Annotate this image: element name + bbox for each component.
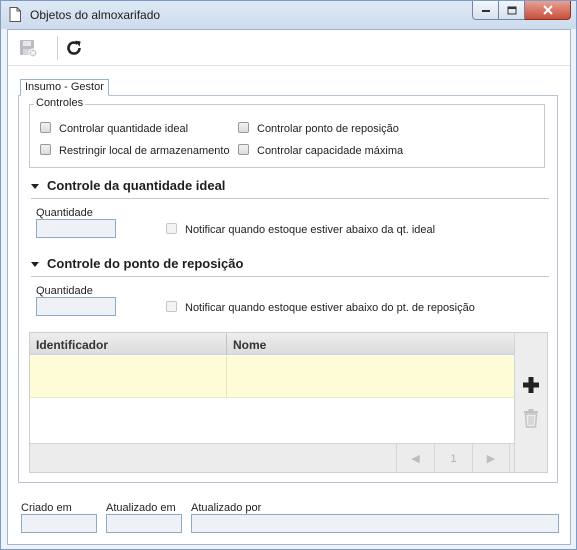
label-notificar-pt-reposicao: Notificar quando estoque estiver abaixo … bbox=[185, 302, 475, 314]
window-client-area: Insumo - Gestor Controles Controlar quan… bbox=[7, 29, 571, 545]
maximize-icon bbox=[507, 6, 516, 14]
next-page-icon: ▶ bbox=[486, 453, 496, 465]
grid-pager: ◀ 1 ▶ bbox=[30, 443, 514, 473]
section-title-quantidade-ideal[interactable]: Controle da quantidade ideal bbox=[47, 178, 225, 193]
items-grid: Identificador Nome ◀ 1 ▶ bbox=[29, 332, 548, 473]
column-header-identificador[interactable]: Identificador bbox=[36, 338, 108, 352]
next-page-button[interactable]: ▶ bbox=[472, 444, 510, 473]
save-button[interactable] bbox=[16, 36, 40, 60]
label-notificar-qt-ideal: Notificar quando estoque estiver abaixo … bbox=[185, 224, 436, 236]
document-icon bbox=[9, 7, 21, 22]
controles-legend: Controles bbox=[34, 97, 86, 109]
checkbox-controlar-capacidade[interactable] bbox=[238, 144, 249, 155]
page-number: 1 bbox=[434, 444, 472, 473]
atualizado-em-field bbox=[106, 514, 182, 533]
toolbar bbox=[8, 30, 570, 66]
section-title-ponto-reposicao[interactable]: Controle do ponto de reposição bbox=[47, 256, 243, 271]
controles-fieldset: Controles Controlar quantidade ideal Con… bbox=[29, 97, 545, 168]
refresh-icon bbox=[67, 40, 81, 55]
label-restringir-local: Restringir local de armazenamento bbox=[59, 145, 230, 157]
checkbox-controlar-ponto-reposicao[interactable] bbox=[238, 122, 249, 133]
app-window: Objetos do almoxarifado Insumo - Gestor … bbox=[0, 0, 577, 550]
window-controls bbox=[472, 1, 571, 20]
divider bbox=[31, 276, 549, 277]
label-controlar-quantidade-ideal: Controlar quantidade ideal bbox=[59, 123, 189, 135]
prev-page-button[interactable]: ◀ bbox=[396, 444, 434, 473]
criado-em-label: Criado em bbox=[21, 502, 72, 514]
label-controlar-ponto-reposicao: Controlar ponto de reposição bbox=[257, 123, 399, 135]
quantidade-ideal-input[interactable] bbox=[36, 219, 116, 238]
quantidade-ideal-label: Quantidade bbox=[36, 207, 93, 219]
save-disabled-icon bbox=[20, 40, 38, 58]
column-divider bbox=[226, 356, 227, 398]
plus-icon bbox=[523, 377, 539, 393]
close-icon bbox=[542, 5, 553, 15]
atualizado-por-field bbox=[191, 514, 559, 533]
tab-insumo-gestor[interactable]: Insumo - Gestor bbox=[20, 79, 109, 96]
collapse-quantidade-ideal-icon[interactable] bbox=[31, 184, 39, 189]
atualizado-em-label: Atualizado em bbox=[106, 502, 176, 514]
grid-actions bbox=[514, 333, 547, 472]
checkbox-controlar-quantidade-ideal[interactable] bbox=[40, 122, 51, 133]
toolbar-separator bbox=[57, 36, 58, 60]
column-header-nome[interactable]: Nome bbox=[233, 338, 266, 352]
atualizado-por-label: Atualizado por bbox=[191, 502, 262, 514]
window-title: Objetos do almoxarifado bbox=[30, 8, 161, 22]
add-button[interactable] bbox=[521, 375, 541, 395]
minimize-icon bbox=[481, 10, 490, 12]
refresh-button[interactable] bbox=[62, 36, 86, 60]
minimize-button[interactable] bbox=[472, 1, 499, 20]
checkbox-notificar-qt-ideal[interactable] bbox=[166, 223, 177, 234]
column-divider bbox=[226, 333, 227, 355]
collapse-ponto-reposicao-icon[interactable] bbox=[31, 262, 39, 267]
checkbox-notificar-pt-reposicao[interactable] bbox=[166, 301, 177, 312]
ponto-reposicao-label: Quantidade bbox=[36, 285, 93, 297]
divider bbox=[31, 198, 549, 199]
page-number-text: 1 bbox=[450, 452, 457, 465]
label-controlar-capacidade: Controlar capacidade máxima bbox=[257, 145, 404, 157]
ponto-reposicao-input[interactable] bbox=[36, 297, 116, 316]
delete-button[interactable] bbox=[522, 408, 540, 428]
close-button[interactable] bbox=[525, 1, 571, 20]
title-bar: Objetos do almoxarifado bbox=[1, 1, 576, 29]
trash-icon bbox=[524, 409, 538, 428]
grid-header: Identificador Nome bbox=[30, 333, 514, 355]
prev-page-icon: ◀ bbox=[411, 453, 420, 465]
criado-em-field bbox=[21, 514, 97, 533]
checkbox-restringir-local[interactable] bbox=[40, 144, 51, 155]
maximize-button[interactable] bbox=[499, 1, 525, 20]
table-row[interactable] bbox=[30, 356, 514, 398]
